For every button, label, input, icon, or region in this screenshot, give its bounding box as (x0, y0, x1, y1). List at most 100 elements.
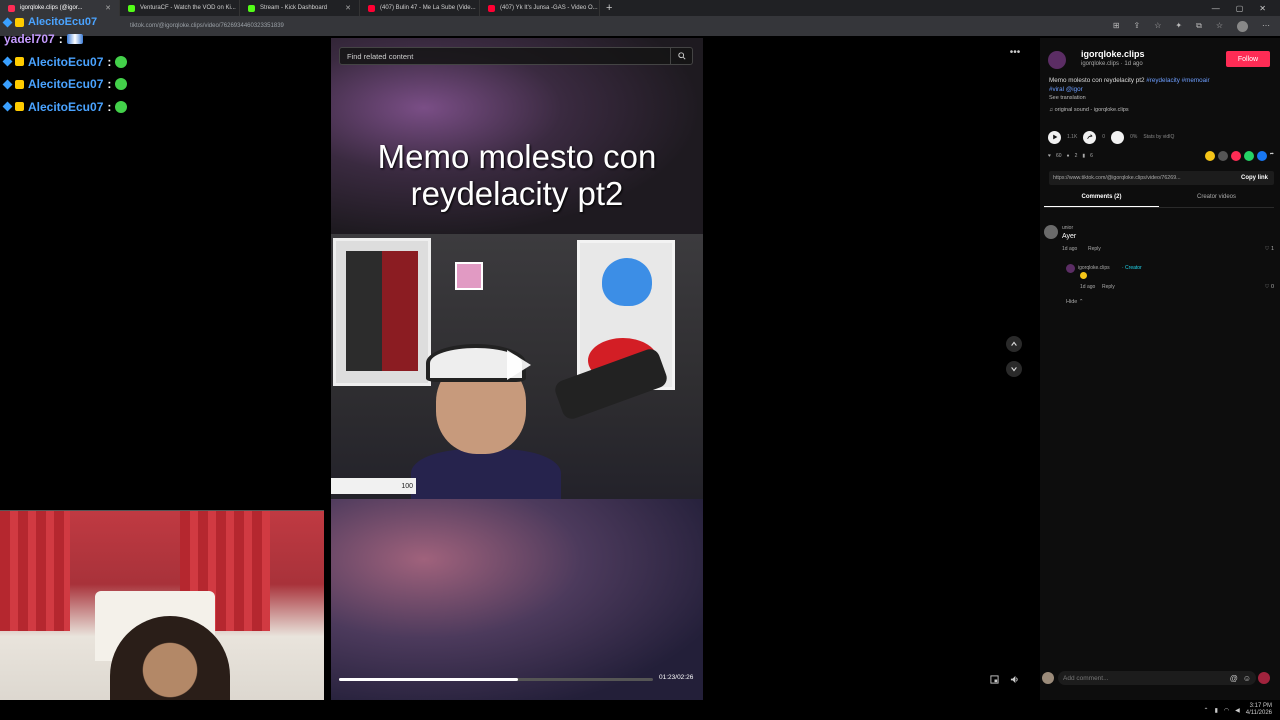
sub-badge-icon (15, 17, 24, 27)
bookmark-star-icon[interactable]: ☆ (1154, 21, 1161, 32)
facebook-icon[interactable] (1256, 151, 1267, 161)
volume-icon[interactable] (1007, 672, 1021, 686)
coin-share-icon[interactable] (1204, 151, 1215, 161)
wifi-icon[interactable]: ◠ (1224, 707, 1229, 714)
reply-button[interactable]: Reply (1088, 246, 1101, 252)
tab-label: Stream - Kick Dashboard (260, 5, 328, 11)
next-video-button[interactable] (1006, 361, 1022, 377)
install-icon[interactable]: ⊞ (1113, 21, 1120, 32)
hide-replies[interactable]: Hide ⌃ (1066, 299, 1146, 309)
replier-avatar[interactable] (1066, 264, 1075, 273)
chat-separator: : (58, 32, 63, 47)
action-row: ♥ 60 ● 2 ▮ 6 ➦ (1048, 150, 1274, 162)
video-link: https://www.tiktok.com/@igorqloke.clips/… (1053, 175, 1181, 181)
search-input[interactable]: Find related content (339, 47, 693, 65)
comment-like[interactable]: ♡ 1 (1264, 246, 1274, 252)
chat-username: AlecitoEcu07 (28, 99, 104, 114)
whatsapp-icon[interactable] (1243, 151, 1254, 161)
extension-icon[interactable]: ✦ (1175, 21, 1182, 32)
video-info-panel: igorqloke.clips igorqloke.clips · 1d ago… (1040, 38, 1280, 700)
heart-icon[interactable]: ♥ (1048, 153, 1051, 159)
reply-like[interactable]: ♡ 0 (1264, 284, 1274, 290)
replier-name[interactable]: igorqloke.clips (1078, 265, 1110, 271)
tab-kick-dashboard[interactable]: Stream - Kick Dashboard ✕ (240, 0, 360, 16)
previous-video-button[interactable] (1006, 336, 1022, 352)
menu-dots-icon[interactable]: ⋯ (1262, 21, 1270, 32)
comment-placeholder: Add comment... (1063, 674, 1109, 682)
comment-input[interactable]: Add comment... @ ☺ (1058, 671, 1256, 685)
heart-art-blue (602, 258, 652, 306)
play-count-icon (1048, 130, 1061, 144)
commenter-name[interactable]: unior (1062, 225, 1073, 231)
play-icon[interactable] (507, 350, 531, 380)
screen: igorqloke.clips (@igor... ✕ VenturaCF - … (0, 0, 1280, 720)
share-icon[interactable]: ⇪ (1134, 21, 1141, 32)
share-targets: ➦ (1204, 151, 1274, 161)
window-controls: — ▢ ✕ (1212, 4, 1280, 13)
close-window-icon[interactable]: ✕ (1259, 4, 1266, 13)
close-tab-icon[interactable]: ✕ (345, 4, 351, 12)
speaker-icon[interactable]: ◀ (1235, 707, 1240, 714)
emoji-picker-icon[interactable]: ☺ (1243, 674, 1256, 683)
share-count-icon (1083, 130, 1097, 144)
tiktok-favicon-icon (8, 4, 15, 12)
bookmark-icon[interactable]: ▮ (1082, 153, 1085, 159)
clock-time: 3:17 PM (1249, 703, 1272, 709)
sub-badge-icon (15, 79, 24, 89)
minimize-icon[interactable]: — (1212, 4, 1220, 13)
sound-link[interactable]: ♫ original sound - igorqloke.clips (1049, 107, 1129, 113)
panel-tabs: Comments (2) Creator videos (1044, 194, 1274, 208)
tab-creator-videos[interactable]: Creator videos (1159, 194, 1274, 207)
embed-icon[interactable] (1217, 151, 1228, 161)
progress-fill (339, 678, 518, 681)
battery-icon[interactable]: ▮ (1215, 707, 1218, 714)
video-player[interactable]: Find related content Memo molesto con re… (331, 38, 703, 700)
reply-item: igorqloke.clips · Creator 1d ago Reply ♡… (1066, 264, 1274, 294)
copy-link-button[interactable]: Copy link (1241, 175, 1274, 181)
video-blur-bottom (331, 499, 703, 700)
comment-icon[interactable]: ● (1067, 153, 1070, 159)
author-name[interactable]: igorqloke.clips (1081, 49, 1145, 59)
friends-share-icon[interactable] (1230, 151, 1241, 161)
mention-link[interactable]: @igor (1066, 86, 1083, 93)
search-icon[interactable] (670, 48, 692, 64)
tray-chevron-icon[interactable]: ⌃ (1204, 707, 1209, 714)
reply-button[interactable]: Reply (1102, 284, 1115, 290)
favorites-icon[interactable]: ☆ (1216, 21, 1223, 32)
author-avatar[interactable] (1048, 51, 1066, 69)
maximize-icon[interactable]: ▢ (1236, 4, 1244, 13)
tab-kick-vod[interactable]: VenturaCF - Watch the VOD on Ki... ✕ (120, 0, 240, 16)
mention-icon[interactable]: @ (1230, 674, 1243, 683)
more-share-icon[interactable]: ➦ (1270, 151, 1274, 161)
search-placeholder: Find related content (347, 51, 414, 61)
add-comment-bar: Add comment... @ ☺ (1040, 669, 1280, 689)
clock[interactable]: 3:17 PM 4/11/2026 (1246, 703, 1272, 717)
pip-icon[interactable] (987, 672, 1001, 686)
commenter-avatar[interactable] (1044, 225, 1058, 239)
hashtag-link[interactable]: #memoair (1182, 77, 1210, 84)
youtube-favicon-icon (368, 4, 375, 12)
more-options-icon[interactable]: ••• (1006, 47, 1024, 63)
engagement-icon (1111, 130, 1125, 144)
progress-bar[interactable] (339, 678, 653, 681)
tab-youtube-2[interactable]: (407) Yk It's Junsa -GAS - Video O... ✕ (480, 0, 600, 16)
tab-youtube-1[interactable]: (407) Bulin 47 - Me La Sube (Vide... ✕ (360, 0, 480, 16)
send-comment-button[interactable] (1258, 672, 1270, 684)
volume-label: 100 (401, 482, 413, 490)
hide-label[interactable]: Hide (1066, 299, 1077, 305)
tab-comments[interactable]: Comments (2) (1044, 194, 1159, 207)
chevron-down-icon (1011, 367, 1017, 372)
close-tab-icon[interactable]: ✕ (105, 4, 111, 12)
hashtag-link[interactable]: #reydelacity (1146, 77, 1180, 84)
see-translation-link[interactable]: See translation (1049, 95, 1086, 101)
green-emote-icon (115, 100, 128, 113)
new-tab-button[interactable]: + (600, 2, 618, 14)
author-subline: igorqloke.clips · 1d ago (1081, 61, 1143, 67)
author-row: igorqloke.clips igorqloke.clips · 1d ago… (1048, 46, 1273, 69)
os-taskbar: ⌃ ▮ ◠ ◀ 3:17 PM 4/11/2026 (0, 700, 1280, 720)
hashtag-link[interactable]: #viral (1049, 86, 1064, 93)
extensions-puzzle-icon[interactable]: ⧉ (1196, 21, 1202, 32)
tab-tiktok[interactable]: igorqloke.clips (@igor... ✕ (0, 0, 120, 16)
profile-avatar[interactable] (1237, 20, 1248, 32)
follow-button[interactable]: Follow (1226, 51, 1270, 67)
